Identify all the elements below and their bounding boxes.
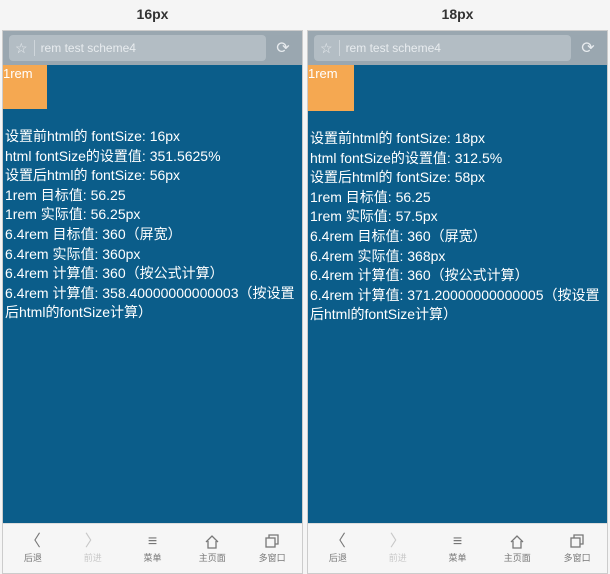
nav-label: 后退 xyxy=(24,551,42,564)
chevron-left-icon: 〈 xyxy=(330,534,346,550)
info-line: 设置前html的 fontSize: 16px xyxy=(5,127,298,147)
column-header: 16px xyxy=(2,0,303,30)
info-line: 6.4rem 计算值: 371.20000000000005（按设置后html的… xyxy=(310,286,603,325)
nav-label: 菜单 xyxy=(448,551,466,564)
info-line: 6.4rem 计算值: 360（按公式计算） xyxy=(310,266,603,286)
info-line: 6.4rem 目标值: 360（屏宽） xyxy=(5,225,298,245)
bottom-nav: 〈 后退 〉 前进 ≡ 菜单 主页面 xyxy=(308,523,607,573)
url-text: rem test scheme4 xyxy=(41,41,136,55)
info-line: 6.4rem 实际值: 360px xyxy=(5,245,298,265)
nav-forward[interactable]: 〉 前进 xyxy=(63,524,123,573)
info-line: 设置后html的 fontSize: 56px xyxy=(5,166,298,186)
refresh-button[interactable]: ⟳ xyxy=(270,35,296,61)
refresh-icon: ⟳ xyxy=(276,38,289,58)
info-lines: 设置前html的 fontSize: 18px html fontSize的设置… xyxy=(310,129,603,325)
chevron-right-icon: 〉 xyxy=(390,534,406,550)
nav-home[interactable]: 主页面 xyxy=(487,524,547,573)
menu-icon: ≡ xyxy=(453,534,462,550)
home-icon xyxy=(204,534,220,550)
nav-label: 后退 xyxy=(329,551,347,564)
nav-label: 主页面 xyxy=(504,551,531,564)
nav-forward[interactable]: 〉 前进 xyxy=(368,524,428,573)
info-lines: 设置前html的 fontSize: 16px html fontSize的设置… xyxy=(5,127,298,323)
phone-column-16px: 16px ☆ rem test scheme4 ⟳ 1rem 设置前html的 … xyxy=(0,0,305,574)
info-line: 设置前html的 fontSize: 18px xyxy=(310,129,603,149)
info-line: 6.4rem 目标值: 360（屏宽） xyxy=(310,227,603,247)
separator xyxy=(339,40,340,56)
nav-label: 主页面 xyxy=(199,551,226,564)
windows-icon xyxy=(264,534,280,550)
info-line: 1rem 目标值: 56.25 xyxy=(310,188,603,208)
page-viewport: 1rem 设置前html的 fontSize: 18px html fontSi… xyxy=(308,65,607,523)
url-text: rem test scheme4 xyxy=(346,41,441,55)
nav-windows[interactable]: 多窗口 xyxy=(242,524,302,573)
nav-label: 多窗口 xyxy=(564,551,591,564)
phone-frame: ☆ rem test scheme4 ⟳ 1rem 设置前html的 fontS… xyxy=(307,30,608,574)
comparison-container: 16px ☆ rem test scheme4 ⟳ 1rem 设置前html的 … xyxy=(0,0,610,574)
refresh-button[interactable]: ⟳ xyxy=(575,35,601,61)
info-line: 6.4rem 实际值: 368px xyxy=(310,247,603,267)
info-line: html fontSize的设置值: 312.5% xyxy=(310,149,603,169)
nav-menu[interactable]: ≡ 菜单 xyxy=(123,524,183,573)
nav-label: 前进 xyxy=(84,551,102,564)
phone-column-18px: 18px ☆ rem test scheme4 ⟳ 1rem 设置前html的 … xyxy=(305,0,610,574)
rem-box: 1rem xyxy=(3,65,47,109)
star-icon[interactable]: ☆ xyxy=(320,41,333,55)
info-line: 1rem 实际值: 57.5px xyxy=(310,207,603,227)
info-line: 1rem 目标值: 56.25 xyxy=(5,186,298,206)
browser-address-bar: ☆ rem test scheme4 ⟳ xyxy=(3,31,302,65)
nav-back[interactable]: 〈 后退 xyxy=(308,524,368,573)
rem-box-label: 1rem xyxy=(308,66,338,81)
info-line: 6.4rem 计算值: 358.40000000000003（按设置后html的… xyxy=(5,284,298,323)
windows-icon xyxy=(569,534,585,550)
nav-menu[interactable]: ≡ 菜单 xyxy=(428,524,488,573)
refresh-icon: ⟳ xyxy=(581,38,594,58)
nav-label: 前进 xyxy=(389,551,407,564)
bottom-nav: 〈 后退 〉 前进 ≡ 菜单 主页面 xyxy=(3,523,302,573)
home-icon xyxy=(509,534,525,550)
address-box[interactable]: ☆ rem test scheme4 xyxy=(9,35,266,61)
nav-home[interactable]: 主页面 xyxy=(182,524,242,573)
chevron-left-icon: 〈 xyxy=(25,534,41,550)
rem-box: 1rem xyxy=(308,65,354,111)
column-header: 18px xyxy=(307,0,608,30)
rem-box-label: 1rem xyxy=(3,66,33,81)
nav-back[interactable]: 〈 后退 xyxy=(3,524,63,573)
phone-frame: ☆ rem test scheme4 ⟳ 1rem 设置前html的 fontS… xyxy=(2,30,303,574)
star-icon[interactable]: ☆ xyxy=(15,41,28,55)
nav-label: 菜单 xyxy=(143,551,161,564)
info-line: 设置后html的 fontSize: 58px xyxy=(310,168,603,188)
nav-windows[interactable]: 多窗口 xyxy=(547,524,607,573)
browser-address-bar: ☆ rem test scheme4 ⟳ xyxy=(308,31,607,65)
separator xyxy=(34,40,35,56)
nav-label: 多窗口 xyxy=(259,551,286,564)
chevron-right-icon: 〉 xyxy=(85,534,101,550)
info-line: 1rem 实际值: 56.25px xyxy=(5,205,298,225)
info-line: html fontSize的设置值: 351.5625% xyxy=(5,147,298,167)
info-line: 6.4rem 计算值: 360（按公式计算） xyxy=(5,264,298,284)
address-box[interactable]: ☆ rem test scheme4 xyxy=(314,35,571,61)
menu-icon: ≡ xyxy=(148,534,157,550)
page-viewport: 1rem 设置前html的 fontSize: 16px html fontSi… xyxy=(3,65,302,523)
